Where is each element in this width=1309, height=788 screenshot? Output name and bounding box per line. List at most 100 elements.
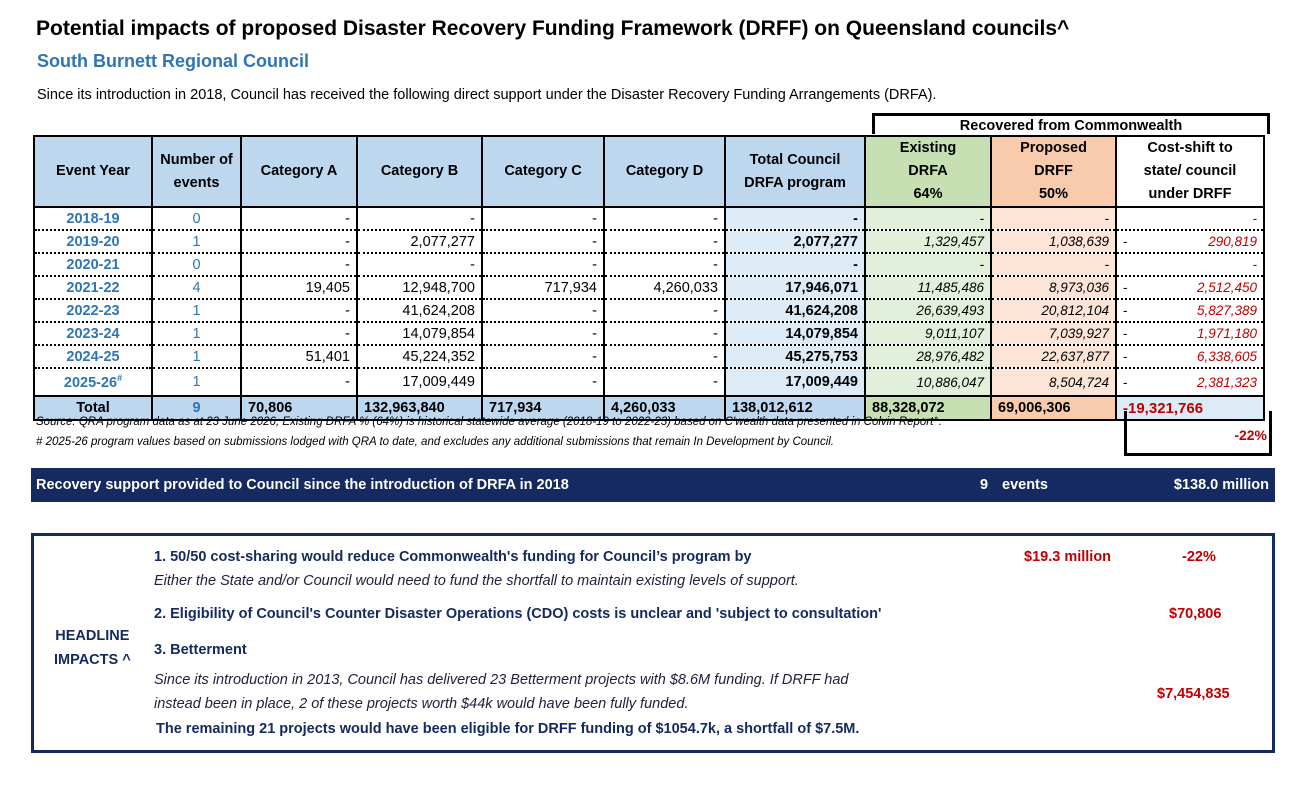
event-year-cell: 2024-25 [33, 345, 153, 369]
cost-shift-cell: -2,512,450 [1115, 276, 1265, 300]
banner-text: Recovery support provided to Council sin… [36, 477, 569, 493]
col-proposed-drff: Proposed DRFF 50% [990, 135, 1117, 208]
headline-impacts-panel: HEADLINE IMPACTS ^ 1. 50/50 cost-sharing … [31, 533, 1275, 753]
event-year-cell: 2018-19 [33, 207, 153, 231]
table-row: 2018-19 0- - - - - - - - [33, 207, 1265, 231]
category-d-cell: - [603, 253, 726, 277]
hash-note: # 2025-26 program values based on submis… [36, 436, 834, 448]
proposed-drff-cell: 8,973,036 [990, 276, 1117, 300]
total-program-cell: 17,946,071 [724, 276, 866, 300]
total-program-cell: 14,079,854 [724, 322, 866, 346]
proposed-drff-cell: 20,812,104 [990, 299, 1117, 323]
category-b-cell: 17,009,449 [356, 368, 483, 397]
total-program-cell: - [724, 253, 866, 277]
events-cell: 4 [151, 276, 242, 300]
source-note: Source: QRA program data as at 23 June 2… [36, 416, 942, 428]
col-num-events: Number of events [151, 135, 242, 208]
proposed-drff-cell: 22,637,877 [990, 345, 1117, 369]
col-category-a: Category A [240, 135, 358, 208]
impact-2-amount: $70,806 [1169, 606, 1222, 622]
summary-banner: Recovery support provided to Council sin… [31, 468, 1275, 502]
col-cost-shift: Cost-shift to state/ council under DRFF [1115, 135, 1265, 208]
impact-1-amount: $19.3 million [1024, 549, 1112, 565]
impact-3-line-2: instead been in place, 2 of these projec… [154, 696, 689, 712]
category-d-cell: - [603, 322, 726, 346]
page-title: Potential impacts of proposed Disaster R… [36, 17, 1070, 40]
table-row: 2019-20 1-2,077,277- -2,077,277 1,329,457 1,… [33, 230, 1265, 254]
category-c-cell: - [481, 368, 605, 397]
existing-drfa-cell: 11,485,486 [864, 276, 992, 300]
impact-3-line-1: Since its introduction in 2013, Council … [154, 672, 849, 688]
event-year-cell: 2022-23 [33, 299, 153, 323]
category-b-cell: 14,079,854 [356, 322, 483, 346]
col-category-d: Category D [603, 135, 726, 208]
existing-drfa-cell: 9,011,107 [864, 322, 992, 346]
category-b-cell: 41,624,208 [356, 299, 483, 323]
impact-3-title: 3. Betterment [154, 642, 247, 658]
table-row: 2024-25 1 51,401 45,224,352- -45,275,753 28,9… [33, 345, 1265, 369]
col-category-c: Category C [481, 135, 605, 208]
proposed-drff-cell: 1,038,639 [990, 230, 1117, 254]
existing-drfa-cell: 10,886,047 [864, 368, 992, 397]
total-program-cell: 41,624,208 [724, 299, 866, 323]
event-year-cell: 2020-21 [33, 253, 153, 277]
cost-shift-cell: -1,971,180 [1115, 322, 1265, 346]
recovered-header: Recovered from Commonwealth [872, 113, 1270, 134]
event-year-cell: 2019-20 [33, 230, 153, 254]
events-cell: 1 [151, 230, 242, 254]
category-b-cell: 2,077,277 [356, 230, 483, 254]
drfa-table: Event Year Number of events Category A Ca… [33, 135, 1265, 421]
existing-drfa-cell: 28,976,482 [864, 345, 992, 369]
col-total-program: Total Council DRFA program [724, 135, 866, 208]
total-proposed: 69,006,306 [990, 395, 1117, 421]
col-category-b: Category B [356, 135, 483, 208]
total-program-cell: 17,009,449 [724, 368, 866, 397]
proposed-drff-cell: 8,504,724 [990, 368, 1117, 397]
intro-text: Since its introduction in 2018, Council … [37, 87, 937, 103]
cost-shift-percent: -22% [1124, 411, 1272, 456]
category-d-cell: - [603, 368, 726, 397]
cost-shift-cell: -290,819 [1115, 230, 1265, 254]
category-c-cell: - [481, 253, 605, 277]
category-d-cell: - [603, 230, 726, 254]
category-a-cell: 51,401 [240, 345, 358, 369]
cost-shift-cell: -6,338,605 [1115, 345, 1265, 369]
category-a-cell: - [240, 322, 358, 346]
cost-shift-cell: - [1115, 253, 1265, 277]
table-row: 2021-22 4 19,405 12,948,700 717,934 4,260,033… [33, 276, 1265, 300]
event-year-cell: 2023-24 [33, 322, 153, 346]
category-d-cell: 4,260,033 [603, 276, 726, 300]
category-c-cell: 717,934 [481, 276, 605, 300]
events-cell: 1 [151, 299, 242, 323]
council-name: South Burnett Regional Council [37, 51, 309, 71]
impact-3-amount: $7,454,835 [1157, 686, 1230, 702]
category-a-cell: - [240, 230, 358, 254]
cost-shift-cell: -5,827,389 [1115, 299, 1265, 323]
table-row: 2025-26# 1-17,009,449- -17,009,449 10,886,0… [33, 368, 1265, 397]
table-row: 2020-21 0- - - - - - - - [33, 253, 1265, 277]
cost-shift-cell: -2,381,323 [1115, 368, 1265, 397]
event-year-cell: 2025-26# [33, 368, 153, 397]
banner-events-label: events [1002, 477, 1048, 493]
table-row: 2022-23 1-41,624,208- -41,624,208 26,639,49… [33, 299, 1265, 323]
category-c-cell: - [481, 207, 605, 231]
category-b-cell: 12,948,700 [356, 276, 483, 300]
impact-3-line-3: The remaining 21 projects would have bee… [156, 721, 860, 737]
headline-impacts-label: HEADLINE IMPACTS ^ [54, 628, 131, 668]
existing-drfa-cell: 26,639,493 [864, 299, 992, 323]
total-program-cell: 2,077,277 [724, 230, 866, 254]
impact-2-title: 2. Eligibility of Council's Counter Disa… [154, 606, 882, 622]
total-program-cell: 45,275,753 [724, 345, 866, 369]
total-program-cell: - [724, 207, 866, 231]
category-d-cell: - [603, 299, 726, 323]
category-c-cell: - [481, 345, 605, 369]
category-a-cell: - [240, 368, 358, 397]
category-c-cell: - [481, 230, 605, 254]
events-cell: 1 [151, 322, 242, 346]
col-event-year: Event Year [33, 135, 153, 208]
category-a-cell: - [240, 207, 358, 231]
category-d-cell: - [603, 207, 726, 231]
category-c-cell: - [481, 322, 605, 346]
banner-events-count: 9 [980, 477, 989, 493]
events-cell: 0 [151, 253, 242, 277]
